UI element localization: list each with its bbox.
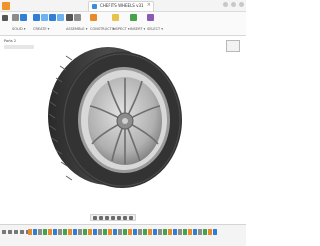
ribbon-group-construct[interactable]: CONSTRUCT ▾: [90, 14, 115, 31]
ribbon-group-label: INSPECT ▾: [112, 27, 130, 31]
ribbon-group-label: INSERT ▾: [130, 27, 146, 31]
timeline-feature-icon[interactable]: [118, 229, 122, 235]
document-icon: [92, 4, 97, 9]
plane-icon[interactable]: [90, 14, 97, 21]
workspace-switcher-icon[interactable]: [2, 15, 8, 21]
prev-icon[interactable]: [8, 230, 12, 234]
ribbon-group-assemble[interactable]: ASSEMBLE ▾: [66, 14, 88, 31]
sphere-icon[interactable]: [49, 14, 56, 21]
timeline-feature-icon[interactable]: [158, 229, 162, 235]
timeline-feature-icon[interactable]: [28, 229, 32, 235]
app-logo-icon: [2, 2, 10, 10]
toolbar-ribbon: SOLID ▾ CREATE ▾ ASSEMBLE ▾ CONSTRUCT ▾ …: [0, 12, 246, 36]
timeline-feature-icon[interactable]: [43, 229, 47, 235]
joint-icon[interactable]: [74, 14, 81, 21]
viewcube-icon[interactable]: [226, 40, 240, 52]
wheel-model[interactable]: [0, 36, 246, 218]
timeline-controls: [2, 230, 30, 234]
insert-image-icon[interactable]: [130, 14, 137, 21]
timeline-feature-icon[interactable]: [148, 229, 152, 235]
first-icon[interactable]: [2, 230, 6, 234]
cylinder-icon[interactable]: [41, 14, 48, 21]
timeline-feature-icon[interactable]: [143, 229, 147, 235]
document-tab[interactable]: CHEFITS WHEELS v31 ×: [88, 1, 154, 11]
timeline-feature-icon[interactable]: [88, 229, 92, 235]
pan-icon[interactable]: [99, 216, 103, 220]
hub-cap: [122, 118, 128, 124]
zoom-icon[interactable]: [105, 216, 109, 220]
timeline-feature-icon[interactable]: [198, 229, 202, 235]
timeline-feature-icon[interactable]: [168, 229, 172, 235]
maximize-button[interactable]: [231, 2, 236, 7]
timeline-feature-icon[interactable]: [173, 229, 177, 235]
timeline-feature-icon[interactable]: [113, 229, 117, 235]
timeline-feature-icon[interactable]: [163, 229, 167, 235]
select-icon[interactable]: [147, 14, 154, 21]
minimize-button[interactable]: [223, 2, 228, 7]
ribbon-group-create[interactable]: CREATE ▾: [33, 14, 64, 31]
title-bar: CHEFITS WHEELS v31 ×: [0, 0, 246, 12]
timeline-feature-icon[interactable]: [208, 229, 212, 235]
ribbon-group-label: ASSEMBLE ▾: [66, 27, 88, 31]
pattern-icon[interactable]: [57, 14, 64, 21]
timeline-feature-icon[interactable]: [203, 229, 207, 235]
ribbon-group-label: SOLID ▾: [12, 27, 26, 31]
fit-icon[interactable]: [111, 216, 115, 220]
timeline-feature-icon[interactable]: [93, 229, 97, 235]
navigation-bar: [90, 214, 136, 221]
close-tab-icon[interactable]: ×: [147, 3, 151, 8]
timeline-feature-icon[interactable]: [53, 229, 57, 235]
play-icon[interactable]: [14, 230, 18, 234]
ribbon-group-label: CONSTRUCT ▾: [90, 27, 115, 31]
window-controls: [223, 2, 244, 7]
timeline-feature-icon[interactable]: [68, 229, 72, 235]
timeline-feature-icon[interactable]: [123, 229, 127, 235]
timeline-feature-icon[interactable]: [133, 229, 137, 235]
new-sketch-icon[interactable]: [12, 14, 19, 21]
viewport-icon[interactable]: [129, 216, 133, 220]
extrude-icon[interactable]: [20, 14, 27, 21]
timeline-feature-icon[interactable]: [188, 229, 192, 235]
ribbon-group-select[interactable]: SELECT ▾: [147, 14, 163, 31]
grid-icon[interactable]: [123, 216, 127, 220]
timeline-feature-icon[interactable]: [48, 229, 52, 235]
box-icon[interactable]: [33, 14, 40, 21]
timeline-track: [28, 229, 236, 236]
move-icon[interactable]: [66, 14, 73, 21]
ribbon-group-solid[interactable]: SOLID ▾: [12, 14, 27, 31]
ribbon-group-label: CREATE ▾: [33, 27, 50, 31]
timeline-feature-icon[interactable]: [128, 229, 132, 235]
timeline-feature-icon[interactable]: [33, 229, 37, 235]
timeline-feature-icon[interactable]: [38, 229, 42, 235]
timeline-feature-icon[interactable]: [58, 229, 62, 235]
timeline-feature-icon[interactable]: [73, 229, 77, 235]
ribbon-group-insert[interactable]: INSERT ▾: [130, 14, 145, 31]
next-icon[interactable]: [20, 230, 24, 234]
timeline-bar: [0, 224, 246, 246]
timeline-feature-icon[interactable]: [63, 229, 67, 235]
close-window-button[interactable]: [239, 2, 244, 7]
timeline-feature-icon[interactable]: [153, 229, 157, 235]
timeline-feature-icon[interactable]: [193, 229, 197, 235]
orbit-icon[interactable]: [93, 216, 97, 220]
timeline-feature-icon[interactable]: [98, 229, 102, 235]
timeline-feature-icon[interactable]: [78, 229, 82, 235]
timeline-feature-icon[interactable]: [138, 229, 142, 235]
timeline-feature-icon[interactable]: [213, 229, 217, 235]
timeline-feature-icon[interactable]: [108, 229, 112, 235]
measure-icon[interactable]: [112, 14, 119, 21]
display-icon[interactable]: [117, 216, 121, 220]
timeline-feature-icon[interactable]: [103, 229, 107, 235]
timeline-feature-icon[interactable]: [183, 229, 187, 235]
ribbon-group-label: SELECT ▾: [147, 27, 164, 31]
ribbon-group-inspect[interactable]: INSPECT ▾: [112, 14, 130, 31]
document-tab-label: CHEFITS WHEELS v31: [100, 3, 144, 8]
timeline-feature-icon[interactable]: [83, 229, 87, 235]
timeline-feature-icon[interactable]: [178, 229, 182, 235]
